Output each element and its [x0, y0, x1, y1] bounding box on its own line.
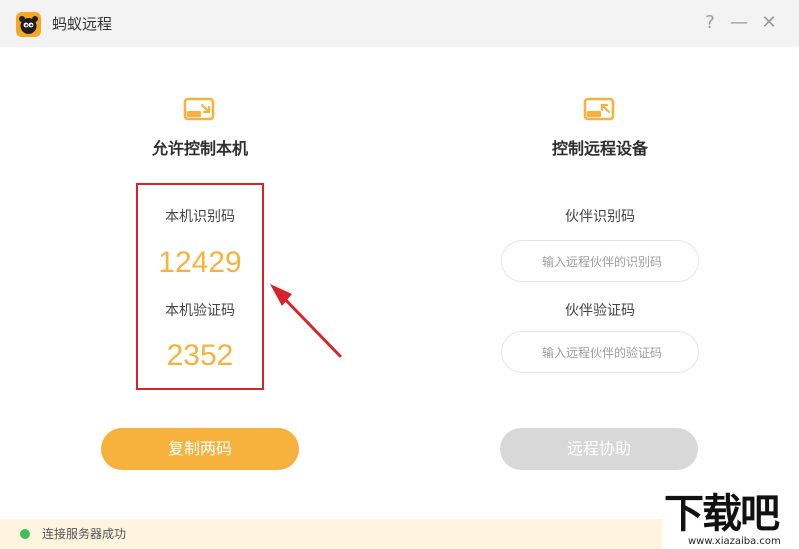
status-text: 连接服务器成功 [42, 527, 127, 541]
watermark: 下载吧 www.xiazaiba.com [662, 491, 799, 549]
remote-control-heading: 控制远程设备 [551, 139, 648, 158]
highlight-box [136, 183, 264, 390]
allow-control-icon [183, 97, 215, 121]
partner-code-label: 伙伴验证码 [565, 303, 635, 319]
remote-assist-button[interactable]: 远程协助 [500, 428, 698, 470]
title-bar: 蚂蚁远程 ? — ✕ [0, 0, 799, 47]
minimize-button[interactable]: — [729, 13, 749, 33]
close-button[interactable]: ✕ [759, 13, 779, 33]
app-logo-icon [16, 12, 41, 37]
copy-codes-button[interactable]: 复制两码 [101, 428, 299, 470]
partner-code-field [501, 331, 702, 374]
watermark-url: www.xiazaiba.com [688, 536, 781, 547]
allow-control-heading: 允许控制本机 [151, 139, 248, 158]
help-button[interactable]: ? [700, 13, 720, 33]
partner-id-label: 伙伴识别码 [565, 209, 635, 225]
watermark-text: 下载吧 [664, 491, 780, 537]
remote-control-icon [583, 97, 615, 121]
status-indicator-icon [20, 529, 30, 539]
partner-id-input[interactable] [502, 241, 702, 283]
partner-id-field [501, 240, 702, 283]
partner-code-input[interactable] [502, 332, 702, 374]
app-title: 蚂蚁远程 [52, 15, 113, 33]
annotation-arrow-icon [270, 284, 342, 358]
